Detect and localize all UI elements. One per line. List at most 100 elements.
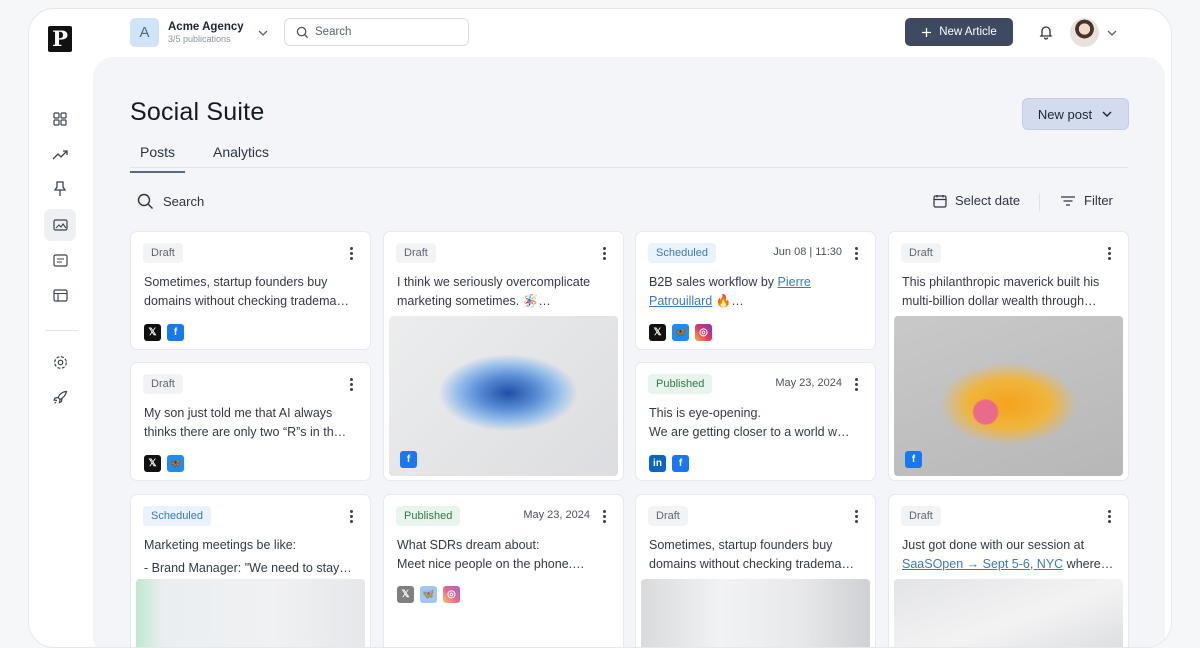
post-preview: Marketing meetings be like: - Brand Manag… [144,534,358,580]
mention-link[interactable]: Pierre [778,275,811,289]
more-menu-icon[interactable] [603,509,607,523]
bell-icon[interactable] [1038,24,1054,40]
chevron-down-icon [1102,111,1112,117]
facebook-icon: f [400,451,417,468]
tab-analytics[interactable]: Analytics [213,144,269,160]
post-preview: B2B sales workflow by Pierre Patrouillar… [649,273,863,310]
status-badge: Draft [901,506,941,526]
x-icon: 𝕏 [144,324,161,341]
post-card[interactable]: Scheduled Jun 08 | 11:30 B2B sales workf… [635,231,876,350]
sidebar-item-pin[interactable] [44,173,76,205]
facebook-icon: f [905,451,922,468]
post-line: Marketing meetings be like: [144,538,297,552]
pin-icon [53,181,67,196]
more-menu-icon[interactable] [855,246,859,260]
select-date-button[interactable]: Select date [933,193,1020,208]
more-menu-icon[interactable] [350,509,354,523]
more-menu-icon[interactable] [350,377,354,391]
filter-label: Filter [1084,193,1113,208]
post-preview: What SDRs dream about: Meet nice people o… [397,536,611,573]
x-icon: 𝕏 [397,586,414,603]
bluesky-icon: 🦋 [167,455,184,472]
tab-bar: Posts Analytics [130,135,1128,173]
post-card[interactable]: Draft Just got done with our session at … [888,494,1129,647]
post-preview: This philanthropic maverick built his mul… [902,273,1116,310]
post-line: - Brand Manager: "We need to stay… [144,561,352,575]
facebook-icon: f [167,324,184,341]
more-menu-icon[interactable] [603,246,607,260]
post-line: domains without checking tradema… [144,293,349,308]
more-menu-icon[interactable] [855,509,859,523]
layout-icon [52,288,68,302]
search-placeholder: Search [315,26,352,38]
user-avatar[interactable] [1070,18,1099,47]
post-line: multi-billion dollar wealth through… [902,293,1097,308]
event-link[interactable]: SaaSOpen → Sept 5-6, NYC [902,557,1063,571]
sidebar-divider [45,330,79,331]
x-icon: 𝕏 [144,455,161,472]
post-line: domains without checking tradema… [649,556,854,571]
post-card[interactable]: Draft Sometimes, startup founders buy dom… [130,231,371,350]
post-line: B2B sales workflow by Pierre [649,275,811,289]
search-icon [137,193,153,209]
calendar-icon [933,194,947,208]
sidebar-item-articles[interactable] [44,244,76,276]
new-post-button[interactable]: New post [1022,98,1129,130]
filter-button[interactable]: Filter [1060,193,1113,208]
more-menu-icon[interactable] [855,377,859,391]
bluesky-icon: 🦋 [420,586,437,603]
trending-icon [52,150,68,160]
post-line: What SDRs dream about: [397,538,540,552]
search-icon [296,26,309,38]
post-date: May 23, 2024 [523,509,590,521]
new-post-label: New post [1037,106,1093,122]
search-input[interactable]: Search [284,18,469,46]
x-icon: 𝕏 [649,324,666,341]
sidebar-item-social-suite[interactable] [44,209,76,241]
more-menu-icon[interactable] [1108,509,1112,523]
post-card[interactable]: Draft This philanthropic maverick built … [888,231,1129,481]
new-article-button[interactable]: New Article [905,18,1013,46]
chevron-down-icon [258,30,268,36]
more-menu-icon[interactable] [350,246,354,260]
post-image: f [894,316,1123,476]
post-card[interactable]: Draft Sometimes, startup founders buy dom… [635,494,876,647]
status-badge: Draft [143,374,183,394]
chevron-down-icon[interactable] [1106,27,1118,39]
sidebar-item-layout[interactable] [44,279,76,311]
app-window: P A Acme Agency 3/5 publications Search … [28,8,1172,648]
social-icons: in f [649,455,689,472]
sidebar-item-settings[interactable] [44,346,76,378]
article-icon [52,253,68,267]
post-line: thinks there are only two “R”s in th… [144,424,347,439]
status-badge: Draft [396,243,436,263]
post-search[interactable]: Search [137,193,204,210]
post-line: Meet nice people on the phone.… [397,556,585,571]
tab-posts[interactable]: Posts [130,144,186,173]
social-icons: 𝕏f [144,324,184,341]
mention-link[interactable]: Patrouillard [649,294,712,308]
instagram-icon: ◎ [443,586,460,603]
post-preview: Sometimes, startup founders buy domains w… [649,536,863,573]
sidebar-item-dashboard[interactable] [44,103,76,135]
post-line: Sometimes, startup founders buy [144,275,328,289]
status-badge: Scheduled [143,506,211,526]
post-date: May 23, 2024 [775,377,842,389]
social-icons: 𝕏 🦋 ◎ [397,586,460,603]
post-card[interactable]: Published May 23, 2024 What SDRs dream a… [383,494,624,647]
post-image [894,579,1123,647]
sidebar-item-analytics[interactable] [44,138,76,170]
account-switcher[interactable]: A Acme Agency 3/5 publications [130,18,269,47]
post-card[interactable]: Scheduled Marketing meetings be like: - B… [130,494,371,647]
post-preview: I think we seriously overcomplicate marke… [397,273,611,310]
more-menu-icon[interactable] [1108,246,1112,260]
post-line: This philanthropic maverick built his [902,275,1100,289]
post-card[interactable]: Draft I think we seriously overcomplicat… [383,231,624,481]
main-content: Social Suite New post Posts Analytics Se… [93,57,1165,647]
status-badge: Draft [901,243,941,263]
linkedin-icon: in [649,455,666,472]
sidebar-item-launch[interactable] [44,381,76,413]
post-card[interactable]: Draft My son just told me that AI always… [130,362,371,481]
post-card[interactable]: Published May 23, 2024 This is eye-openi… [635,362,876,481]
post-preview: My son just told me that AI always thinks… [144,404,358,441]
